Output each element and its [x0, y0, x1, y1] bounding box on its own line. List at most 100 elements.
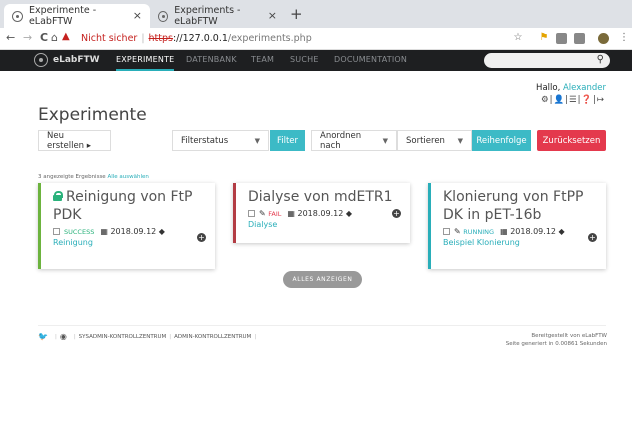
elabftw-favicon-icon	[158, 10, 169, 22]
warning-triangle-icon[interactable]: ▲	[62, 31, 70, 42]
chevron-down-icon: ▼	[457, 136, 463, 145]
create-new-button[interactable]: Neu erstellen ▸	[38, 130, 111, 151]
experiment-meta: SUCCESS ▦ 2018.09.12 ◆	[53, 227, 203, 236]
url-path: /experiments.php	[227, 33, 312, 44]
new-tab-icon[interactable]: +	[290, 5, 303, 23]
experiment-title-text: Reinigung von FtP PDK	[53, 189, 193, 223]
experiment-title[interactable]: Dialyse von mdETR1	[248, 188, 398, 206]
brand[interactable]: eLabFTW	[34, 53, 100, 67]
footer-info: Bereitgestellt von eLabFTW Seite generie…	[506, 332, 607, 348]
security-label: Nicht sicher	[81, 33, 138, 44]
calendar-icon: ▦	[500, 227, 508, 236]
tags-icon: ◆	[345, 209, 353, 218]
nav-documentation[interactable]: DOCUMENTATION	[334, 55, 407, 64]
app-navbar: eLabFTW EXPERIMENTE DATENBANK TEAM SUCHE…	[0, 50, 632, 71]
expand-plus-icon[interactable]: +	[588, 233, 597, 242]
order-by-label: Anordnen nach	[320, 130, 362, 151]
filter-status-select[interactable]: Filterstatus ▼	[172, 130, 269, 151]
tab-title: Experimente - eLabFTW	[28, 5, 97, 27]
pencil-icon: ✎	[259, 209, 266, 218]
extension-square-icon[interactable]	[574, 33, 585, 44]
nav-suche[interactable]: SUCHE	[290, 55, 319, 64]
show-all-button[interactable]: ALLES ANZEIGEN	[283, 271, 362, 288]
chevron-down-icon: ▼	[254, 136, 260, 145]
experiment-tag[interactable]: Reinigung	[53, 238, 203, 247]
bookmark-star-icon[interactable]: ☆	[512, 32, 524, 44]
home-icon[interactable]: ⌂	[51, 31, 58, 44]
nav-datenbank[interactable]: DATENBANK	[186, 55, 237, 64]
browser-tab-experiments[interactable]: Experiments - eLabFTW ×	[150, 4, 285, 28]
elabftw-favicon-icon	[12, 10, 23, 22]
reset-button[interactable]: Zurücksetzen	[537, 130, 606, 151]
experiment-meta: ✎ RUNNING ▦ 2018.09.12 ◆	[443, 227, 594, 236]
experiment-date: 2018.09.12	[510, 227, 556, 236]
tab-title: Experiments - eLabFTW	[174, 5, 241, 27]
select-all-link[interactable]: Alle auswählen	[107, 174, 148, 180]
select-checkbox[interactable]	[53, 228, 60, 235]
menu-dots-icon[interactable]: ⋮	[618, 32, 630, 44]
nav-experimente[interactable]: EXPERIMENTE	[116, 55, 175, 71]
lock-icon	[53, 191, 63, 201]
powered-by: Bereitgestellt von eLabFTW	[531, 333, 607, 339]
sysadmin-link[interactable]: SYSADMIN-KONTROLLZENTRUM	[79, 334, 167, 340]
browser-tab-strip: Experimente - eLabFTW × Experiments - eL…	[0, 0, 632, 28]
calendar-icon: ▦	[100, 227, 108, 236]
experiment-date: 2018.09.12	[297, 209, 344, 218]
experiment-tag[interactable]: Dialyse	[248, 220, 398, 229]
results-text: 3 angezeigte Ergebnisse	[38, 174, 106, 180]
close-tab-icon[interactable]: ×	[133, 9, 142, 22]
status-badge: SUCCESS	[64, 227, 95, 236]
order-by-select[interactable]: Anordnen nach ▼	[311, 130, 397, 151]
experiment-title[interactable]: Klonierung von FtPP DK in pET-16b	[443, 188, 594, 224]
profile-avatar-icon[interactable]	[598, 33, 609, 44]
status-badge: RUNNING	[463, 227, 495, 236]
experiment-card[interactable]: Dialyse von mdETR1 ✎ FAIL ▦ 2018.09.12 ◆…	[233, 183, 410, 243]
nav-team[interactable]: TEAM	[251, 55, 274, 64]
url-host: ://127.0.0.1	[172, 33, 228, 44]
github-icon[interactable]: ◉	[60, 332, 67, 341]
user-name-link[interactable]: Alexander	[563, 83, 606, 93]
filter-button[interactable]: Filter	[270, 130, 305, 151]
create-new-label: Neu erstellen ▸	[47, 130, 92, 151]
select-checkbox[interactable]	[248, 210, 255, 217]
twitter-icon[interactable]: 🐦	[38, 332, 48, 341]
tags-icon: ◆	[158, 227, 165, 236]
elabftw-logo-icon	[34, 53, 48, 67]
back-arrow-icon[interactable]: ←	[6, 31, 15, 44]
search-icon[interactable]: ⚲	[597, 54, 604, 65]
reload-icon[interactable]: C	[40, 31, 48, 44]
select-checkbox[interactable]	[443, 228, 450, 235]
close-tab-icon[interactable]: ×	[268, 9, 277, 22]
url-field[interactable]: Nicht sicher | https://127.0.0.1/experimen…	[81, 33, 312, 44]
expand-plus-icon[interactable]: +	[392, 209, 401, 218]
expand-plus-icon[interactable]: +	[197, 233, 206, 242]
chevron-down-icon: ▼	[382, 136, 388, 145]
greeting-prefix: Hallo,	[536, 83, 561, 93]
tags-icon: ◆	[558, 227, 565, 236]
forward-arrow-icon[interactable]: →	[23, 31, 32, 44]
experiment-card[interactable]: Reinigung von FtP PDK SUCCESS ▦ 2018.09.…	[38, 183, 215, 269]
filter-status-label: Filterstatus	[181, 135, 229, 146]
generated-time: Seite generiert in 0.00861 Sekunden	[505, 341, 607, 347]
user-icons[interactable]: ⚙|👤|☰|❓|↦	[541, 95, 605, 105]
address-bar: ← → C ⌂ ▲ Nicht sicher | https://127.0.0.1…	[0, 28, 632, 50]
pencil-icon: ✎	[454, 227, 461, 236]
extension-icon[interactable]: ⚑	[538, 32, 550, 44]
admin-link[interactable]: ADMIN-KONTROLLZENTRUM	[174, 334, 251, 340]
page-title: Experimente	[38, 105, 147, 125]
status-badge: FAIL	[268, 209, 282, 218]
experiment-card[interactable]: Klonierung von FtPP DK in pET-16b ✎ RUNN…	[428, 183, 606, 269]
order-button[interactable]: Reihenfolge	[472, 130, 531, 151]
experiment-tag[interactable]: Beispiel Klonierung	[443, 238, 594, 247]
footer-links: 🐦 | ◉ | SYSADMIN-KONTROLLZENTRUM | ADMIN-KO…	[38, 332, 257, 341]
search-input[interactable]: ⚲	[484, 53, 610, 68]
footer-divider	[38, 325, 606, 326]
url-scheme: https	[148, 33, 173, 44]
extension-square-icon[interactable]	[556, 33, 567, 44]
experiment-title[interactable]: Reinigung von FtP PDK	[53, 188, 203, 224]
experiment-date: 2018.09.12	[110, 227, 157, 236]
browser-tab-experimente[interactable]: Experimente - eLabFTW ×	[4, 4, 150, 28]
sort-label: Sortieren	[406, 135, 445, 146]
brand-name: eLabFTW	[53, 55, 100, 65]
sort-select[interactable]: Sortieren ▼	[397, 130, 472, 151]
